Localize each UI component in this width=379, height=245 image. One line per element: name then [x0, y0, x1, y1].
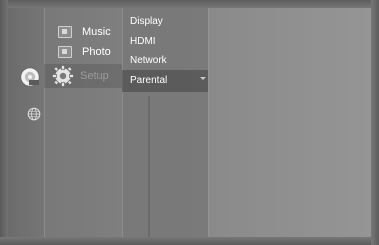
player-menu-screen: Music Photo Setup Display HDMI Network P…: [0, 0, 379, 245]
gear-icon: [52, 65, 74, 87]
menu-item-label: Photo: [82, 46, 111, 58]
menu-item-photo[interactable]: Photo: [58, 46, 111, 58]
photo-icon: [58, 46, 72, 58]
submenu-item-label: Parental: [130, 75, 168, 86]
main-menu-column: [44, 8, 122, 237]
menu-item-label: Setup: [80, 70, 109, 82]
internet-globe-icon[interactable]: [27, 107, 41, 121]
menu-item-music[interactable]: Music: [58, 26, 111, 38]
submenu-item-network[interactable]: Network: [130, 55, 167, 66]
divider: [122, 8, 123, 237]
screen-frame: [0, 237, 379, 245]
screen-frame: [0, 0, 379, 8]
chevron-down-icon: [200, 77, 206, 80]
divider: [208, 8, 209, 237]
submenu-item-display[interactable]: Display: [130, 16, 163, 27]
submenu-item-hdmi[interactable]: HDMI: [130, 36, 156, 47]
music-icon: [58, 26, 72, 38]
screen-frame: [0, 0, 8, 245]
screen-frame: [371, 0, 379, 245]
disc-icon[interactable]: [20, 67, 40, 87]
menu-item-label: Music: [82, 26, 111, 38]
divider: [44, 8, 45, 237]
left-icon-column: [8, 8, 44, 237]
submenu-divider: [148, 96, 150, 237]
content-area: [208, 8, 371, 237]
